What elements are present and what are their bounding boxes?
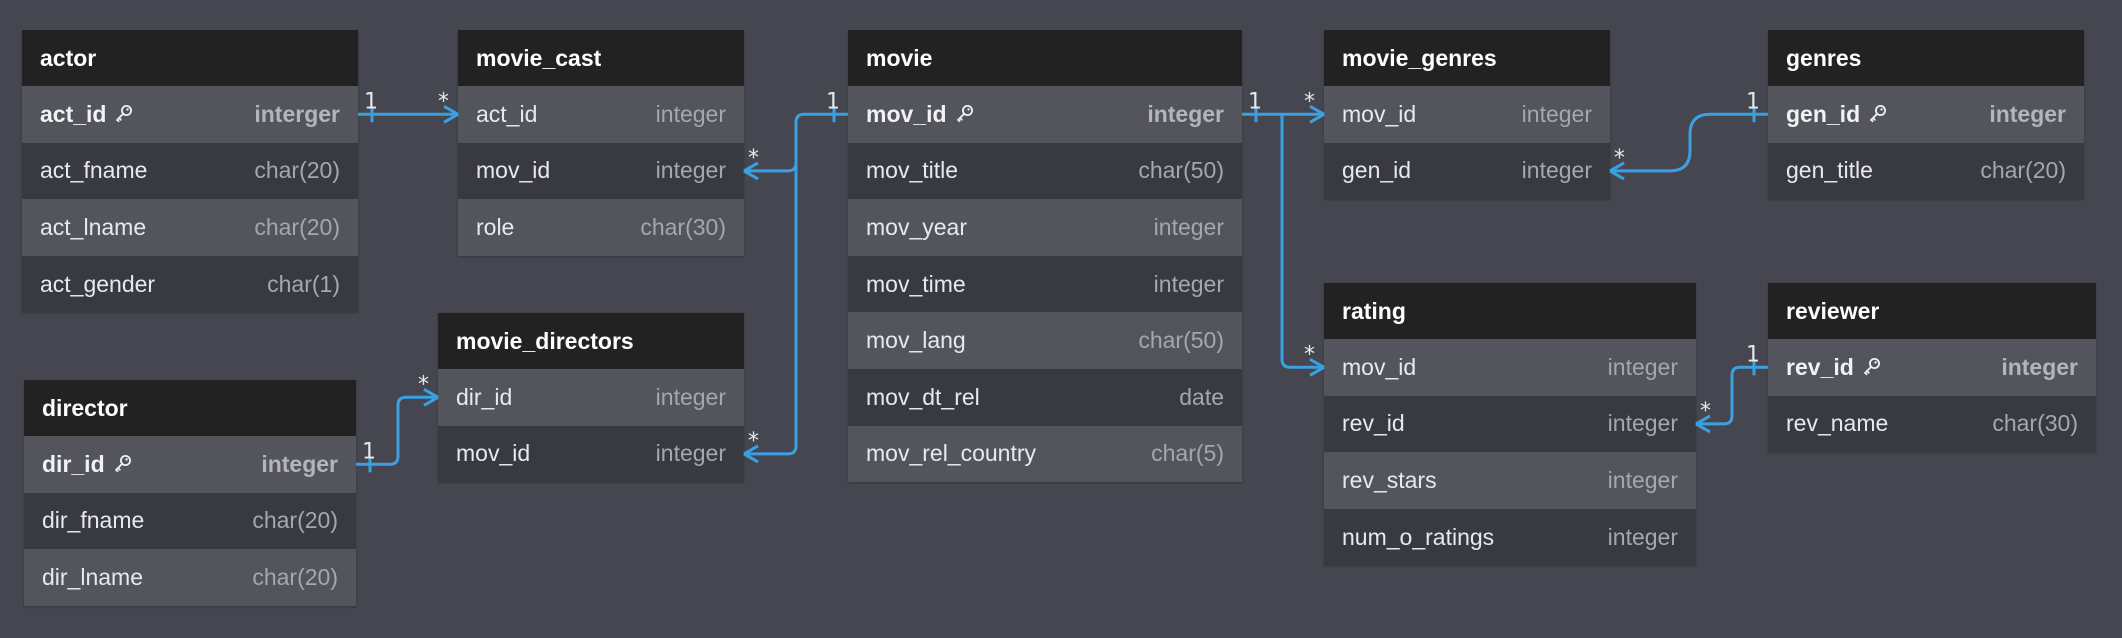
- cardinality-label: 1: [364, 89, 378, 114]
- cardinality-label: *: [1304, 342, 1315, 367]
- cardinality-label: *: [1700, 399, 1711, 424]
- cardinality-label: *: [1614, 146, 1625, 171]
- cardinality-label: 1: [826, 89, 840, 114]
- cardinality-label: *: [748, 146, 759, 171]
- cardinality-label: *: [748, 429, 759, 454]
- cardinality-label: 1: [1746, 89, 1760, 114]
- cardinality-label: *: [418, 372, 429, 397]
- cardinality-label: *: [438, 89, 449, 114]
- cardinality-label: 1: [1248, 89, 1262, 114]
- cardinality-label: 1: [1746, 342, 1760, 367]
- relation-links: 1 * 1 * 1 * * 1 * * * 1 * 1: [356, 89, 1768, 473]
- relation-line: [1610, 112, 1768, 173]
- cardinality-label: *: [1304, 89, 1315, 114]
- relation-line: [1280, 114, 1324, 369]
- cardinality-label: 1: [362, 439, 376, 464]
